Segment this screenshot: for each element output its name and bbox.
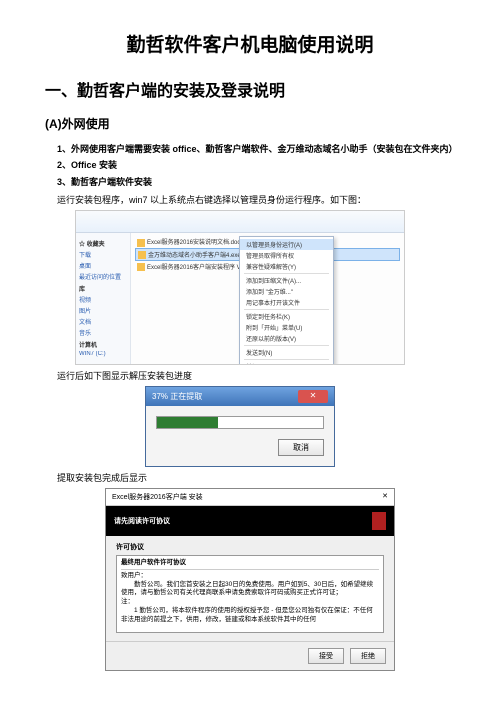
license-line: 致用户： bbox=[121, 572, 379, 581]
context-menu: 以管理员身份运行(A) 管理员取得所有权 兼容性疑难解答(Y) 添加到压缩文件(… bbox=[239, 236, 334, 364]
progress-fill bbox=[157, 417, 218, 428]
explorer-sidebar: ☆ 收藏夹 下载 桌面 最近访问的位置 库 视频 图片 文档 音乐 计算机 WI… bbox=[76, 233, 131, 364]
sidebar-item: 下载 bbox=[79, 250, 127, 259]
page-title: 勤哲软件客户机电脑使用说明 bbox=[45, 30, 455, 57]
installer-window-title: Excel服务器2016客户端 安装 bbox=[112, 492, 203, 502]
menu-separator bbox=[244, 345, 329, 346]
close-icon[interactable]: ✕ bbox=[298, 390, 328, 403]
sidebar-item: 图片 bbox=[79, 306, 127, 315]
list-item: 3、勤哲客户端软件安装 bbox=[57, 175, 455, 189]
menu-item[interactable]: 兼容性疑难解答(Y) bbox=[240, 261, 333, 272]
menu-run-as-admin[interactable]: 以管理员身份运行(A) bbox=[240, 239, 333, 250]
explorer-toolbar bbox=[76, 211, 404, 233]
sidebar-item: WIN7 (C:) bbox=[79, 351, 127, 357]
license-line: 1 勤哲公司，将本软件程序的使用的授权授予您 - 但是您公司独有仅在保证：不任何… bbox=[121, 607, 379, 625]
menu-item[interactable]: 还原以前的版本(V) bbox=[240, 333, 333, 344]
extract-title: 正在提取 bbox=[170, 392, 202, 401]
installer-logo-icon bbox=[372, 512, 386, 530]
sidebar-item: 桌面 bbox=[79, 261, 127, 270]
screenshot-installer: Excel服务器2016客户端 安装 ✕ 请先阅读许可协议 许可协议 最终用户软… bbox=[105, 488, 395, 671]
install-steps-list: 1、外网使用客户端需要安装 office、勤哲客户端软件、金万维动态域名小助手（… bbox=[57, 142, 455, 189]
extract-percentage: 37% bbox=[152, 392, 168, 401]
menu-item[interactable]: 管理员取得所有权 bbox=[240, 250, 333, 261]
sidebar-group: 计算机 bbox=[79, 340, 127, 349]
menu-separator bbox=[244, 309, 329, 310]
accept-button[interactable]: 接受 bbox=[308, 648, 344, 664]
menu-item[interactable]: 添加到压缩文件(A)... bbox=[240, 275, 333, 286]
sidebar-item: 视频 bbox=[79, 295, 127, 304]
menu-separator bbox=[244, 359, 329, 360]
menu-item[interactable]: 发送到(N) bbox=[240, 347, 333, 358]
section-title: 一、勤哲客户端的安装及登录说明 bbox=[45, 77, 455, 101]
license-title: 最终用户软件许可协议 bbox=[121, 559, 379, 570]
installer-header: 请先阅读许可协议 bbox=[106, 506, 394, 536]
sidebar-group: ☆ 收藏夹 bbox=[79, 239, 127, 248]
license-line: 注： bbox=[121, 598, 379, 607]
menu-item[interactable]: 锁定到任务栏(K) bbox=[240, 311, 333, 322]
subsection-a-title: (A)外网使用 bbox=[45, 115, 455, 132]
license-line: 勤哲公司。我们您首安装之日起30日的免费使用。用户如到5、30日后，如希望继续使… bbox=[121, 581, 379, 599]
list-item: 2、Office 安装 bbox=[57, 158, 455, 172]
installer-header-text: 请先阅读许可协议 bbox=[114, 516, 170, 526]
dialog-titlebar: 37% 正在提取 ✕ bbox=[146, 387, 334, 406]
installer-button-row: 接受 拒绝 bbox=[106, 641, 394, 670]
menu-item[interactable]: 用记事本打开该文件 bbox=[240, 297, 333, 308]
screenshot-extracting: 37% 正在提取 ✕ 取消 bbox=[145, 386, 335, 467]
caption-run-installer: 运行安装包程序，win7 以上系统点右键选择以管理员身份运行程序。如下图： bbox=[57, 193, 455, 206]
sidebar-item: 最近访问的位置 bbox=[79, 272, 127, 281]
license-textbox[interactable]: 最终用户软件许可协议 致用户： 勤哲公司。我们您首安装之日起30日的免费使用。用… bbox=[116, 555, 384, 633]
file-icon bbox=[138, 251, 146, 259]
decline-button[interactable]: 拒绝 bbox=[350, 648, 386, 664]
close-icon[interactable]: ✕ bbox=[382, 492, 388, 502]
explorer-file-pane: Excel服务器2016安装说明文档.docx 金万维动态域名小助手客户端4.e… bbox=[131, 233, 404, 364]
file-icon bbox=[137, 263, 145, 271]
installer-titlebar: Excel服务器2016客户端 安装 ✕ bbox=[106, 489, 394, 506]
sidebar-group: 库 bbox=[79, 284, 127, 293]
menu-item[interactable]: 附到「开始」菜单(U) bbox=[240, 322, 333, 333]
screenshot-explorer: ☆ 收藏夹 下载 桌面 最近访问的位置 库 视频 图片 文档 音乐 计算机 WI… bbox=[75, 210, 405, 365]
file-icon bbox=[137, 239, 145, 247]
menu-item[interactable]: 剪切(T) bbox=[240, 361, 333, 364]
menu-separator bbox=[244, 273, 329, 274]
license-label: 许可协议 bbox=[116, 542, 384, 552]
menu-item[interactable]: 添加到 "金万维..." bbox=[240, 286, 333, 297]
sidebar-item: 音乐 bbox=[79, 328, 127, 337]
caption-extract-progress: 运行后如下图显示解压安装包进度 bbox=[57, 369, 455, 382]
progress-bar bbox=[156, 416, 324, 429]
caption-after-extract: 提取安装包完成后显示 bbox=[57, 471, 455, 484]
sidebar-item: 文档 bbox=[79, 317, 127, 326]
cancel-button[interactable]: 取消 bbox=[278, 439, 324, 456]
list-item: 1、外网使用客户端需要安装 office、勤哲客户端软件、金万维动态域名小助手（… bbox=[57, 142, 455, 156]
